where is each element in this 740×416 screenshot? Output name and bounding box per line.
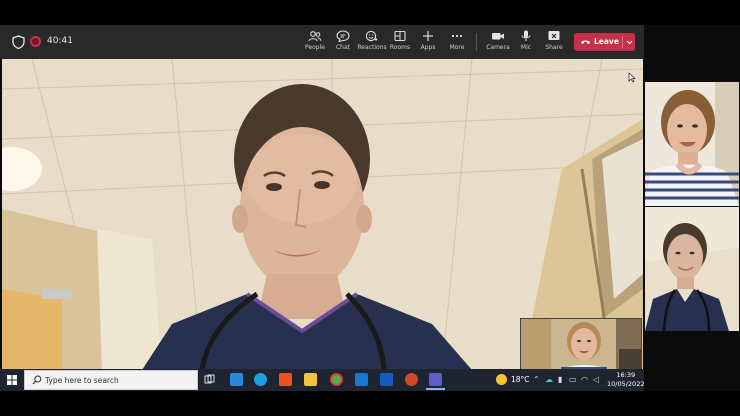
rooms-icon [394, 30, 406, 42]
share-icon [548, 31, 560, 40]
active-app-indicator [426, 388, 445, 390]
share-button[interactable]: Share [536, 28, 572, 56]
apps-icon [423, 31, 433, 41]
toolbar-divider [476, 33, 477, 51]
camera-icon [492, 33, 504, 40]
mic-icon [521, 30, 531, 41]
recording-icon [30, 36, 41, 47]
more-label: More [449, 44, 465, 51]
meeting-timer: 40:41 [47, 36, 73, 46]
windows-taskbar: Type here to search 18°C ⌃ ☁ ▮ ▭ ◠ ◁ 16:… [0, 369, 644, 391]
onedrive-icon[interactable]: ☁ [545, 375, 553, 384]
weather-icon[interactable] [496, 374, 507, 385]
word-icon[interactable] [380, 373, 393, 386]
calendar-icon[interactable] [355, 373, 368, 386]
chat-icon [336, 30, 350, 42]
self-view-video[interactable] [520, 318, 642, 370]
mouse-cursor-icon [628, 72, 636, 83]
task-view-icon[interactable] [204, 374, 215, 385]
clock-time: 16:39 [616, 371, 636, 379]
reactions-icon [365, 30, 378, 42]
microphone-tray-icon[interactable]: ▮ [558, 375, 562, 384]
weather-temperature[interactable]: 18°C [511, 375, 530, 384]
participant-2-scene [645, 207, 739, 331]
chrome-icon[interactable] [330, 373, 343, 386]
people-icon [308, 31, 322, 42]
clock-date: 10/05/2022 [607, 380, 645, 388]
self-view-scene [521, 319, 641, 369]
search-placeholder: Type here to search [45, 376, 119, 385]
file-explorer-icon[interactable] [304, 373, 317, 386]
leave-separator [622, 36, 623, 48]
app-icon-1[interactable] [230, 373, 243, 386]
meeting-toolbar: 40:41 People Chat Reactions Rooms Apps M… [0, 25, 644, 59]
wifi-icon[interactable]: ◠ [581, 375, 588, 384]
participant-video-2[interactable] [645, 207, 739, 331]
taskbar-search-box[interactable]: Type here to search [24, 370, 198, 390]
more-icon [451, 34, 463, 38]
chevron-down-icon[interactable] [625, 36, 634, 48]
leave-button[interactable]: Leave [574, 33, 635, 51]
windows-start-icon[interactable] [7, 375, 17, 385]
participant-video-1[interactable] [645, 82, 739, 206]
volume-icon[interactable]: ◁ [593, 375, 599, 384]
search-icon [32, 375, 42, 385]
teams-icon[interactable] [429, 373, 442, 386]
battery-icon[interactable]: ▭ [569, 375, 577, 384]
phone-hangup-icon [581, 40, 590, 44]
powerpoint-icon[interactable] [405, 373, 418, 386]
shield-icon [12, 35, 25, 49]
store-icon[interactable] [279, 373, 292, 386]
leave-label: Leave [594, 37, 619, 46]
share-label: Share [545, 44, 563, 51]
system-clock[interactable]: 16:39 10/05/2022 [607, 371, 644, 389]
more-button[interactable]: More [439, 28, 475, 56]
chevron-up-icon[interactable]: ⌃ [533, 375, 540, 384]
participant-1-scene [645, 82, 739, 206]
edge-icon[interactable] [254, 373, 267, 386]
